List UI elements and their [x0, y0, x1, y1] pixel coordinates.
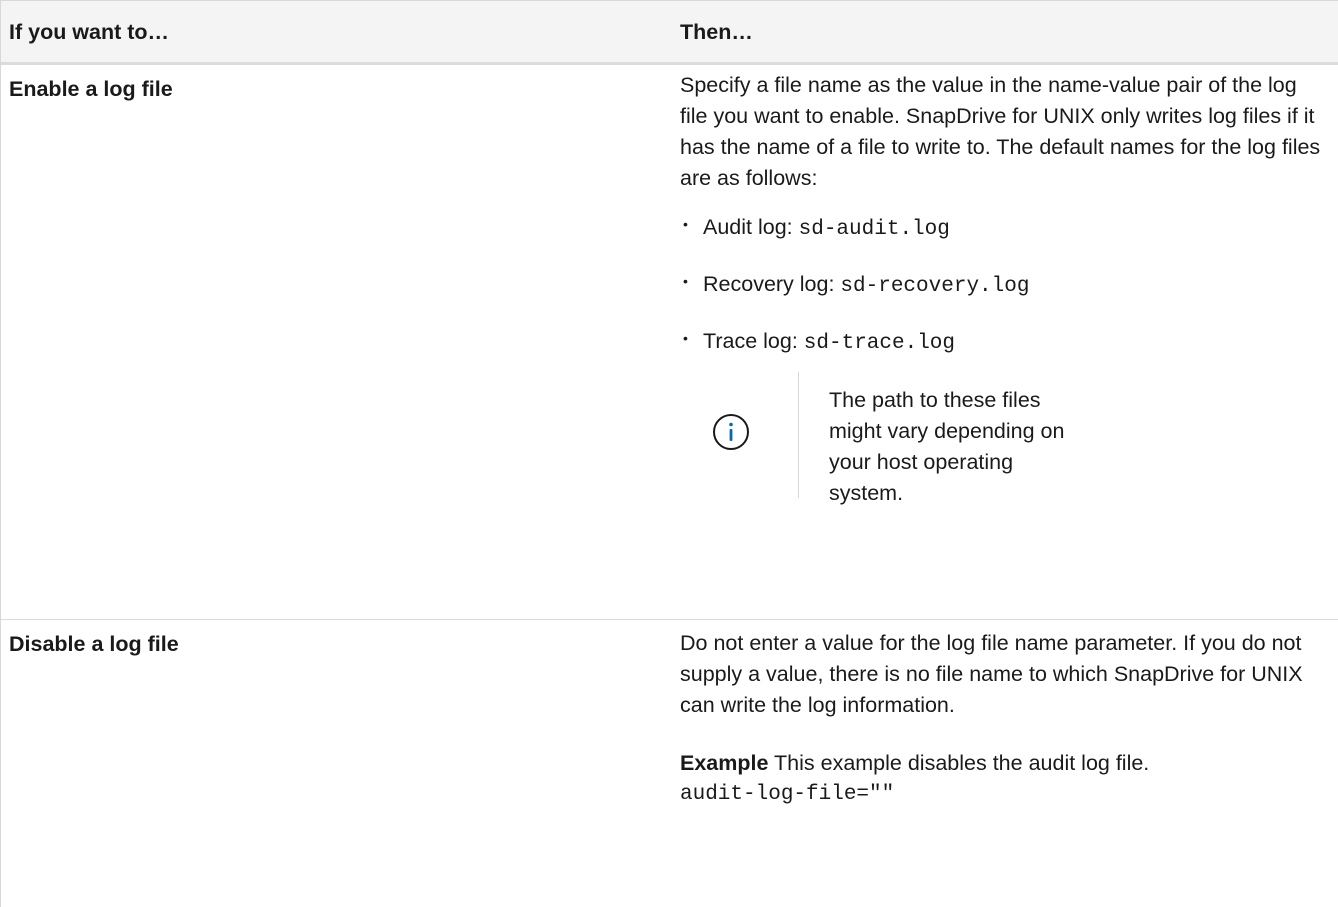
- list-item: • Audit log: sd-audit.log: [680, 212, 1330, 243]
- recovery-log-filename: sd-recovery.log: [840, 275, 1030, 298]
- disable-description: Do not enter a value for the log file na…: [680, 631, 1303, 717]
- row-body-enable-log-file: Specify a file name as the value in the …: [680, 70, 1330, 505]
- enable-description: Specify a file name as the value in the …: [680, 73, 1321, 190]
- example-label: Example: [680, 751, 769, 775]
- example-block: Example This example disables the audit …: [680, 748, 1330, 810]
- row-body-disable-log-file: Do not enter a value for the log file na…: [680, 628, 1330, 810]
- default-log-names-list: • Audit log: sd-audit.log • Recovery log: …: [680, 212, 1330, 357]
- row-label-disable-log-file: Disable a log file: [9, 632, 179, 656]
- table-row: Disable a log file Do not enter a value …: [1, 620, 1338, 907]
- header-then: Then…: [680, 20, 753, 44]
- bullet-icon: •: [683, 273, 688, 289]
- example-code: audit-log-file="": [680, 783, 895, 806]
- table-row: Enable a log file Specify a file name as…: [1, 65, 1338, 620]
- note-callout: The path to these files might vary depen…: [680, 372, 1330, 505]
- trace-log-label: Trace log:: [703, 329, 804, 353]
- note-text: The path to these files might vary depen…: [829, 388, 1065, 505]
- log-file-table: If you want to… Then… Enable a log file …: [0, 0, 1338, 907]
- note-divider: [798, 372, 799, 498]
- trace-log-filename: sd-trace.log: [803, 332, 956, 355]
- recovery-log-label: Recovery log:: [703, 272, 841, 296]
- row-label-enable-log-file: Enable a log file: [9, 77, 173, 101]
- table-header-row: If you want to… Then…: [1, 0, 1338, 65]
- info-icon: [713, 414, 749, 450]
- bullet-icon: •: [683, 216, 688, 232]
- list-item: • Trace log: sd-trace.log: [680, 326, 1330, 357]
- audit-log-filename: sd-audit.log: [798, 218, 950, 241]
- header-if-you-want-to: If you want to…: [9, 20, 170, 44]
- list-item: • Recovery log: sd-recovery.log: [680, 269, 1330, 300]
- bullet-icon: •: [683, 330, 688, 346]
- audit-log-label: Audit log:: [703, 215, 799, 239]
- example-text: This example disables the audit log file…: [768, 751, 1150, 775]
